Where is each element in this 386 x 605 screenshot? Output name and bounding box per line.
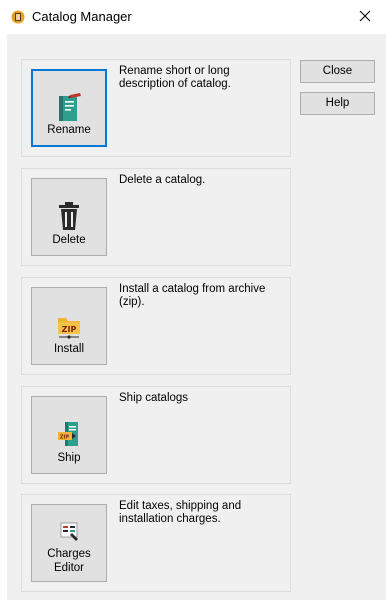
charges-editor-icon: [60, 522, 78, 541]
catalog-manager-window: Catalog Manager Rename Rename short or l…: [0, 0, 386, 605]
zip-folder-icon: ZIP: [58, 318, 80, 339]
rename-description: Rename short or long description of cata…: [119, 65, 231, 90]
zip-label: ZIP: [62, 325, 77, 334]
delete-button[interactable]: Delete: [31, 178, 107, 256]
charges-editor-button-label: Charges Editor: [32, 547, 106, 575]
rename-book-icon: [59, 93, 81, 121]
rename-button-label: Rename: [47, 124, 91, 136]
install-button-label: Install: [53, 343, 85, 355]
delete-description: Delete a catalog.: [119, 174, 206, 186]
window-title: Catalog Manager: [32, 9, 132, 24]
charges-editor-label-line2: Editor: [53, 562, 85, 574]
ship-card: ZIP Ship Ship catalogs: [21, 386, 291, 484]
charges-editor-button[interactable]: Charges Editor: [31, 504, 107, 582]
close-icon[interactable]: [356, 7, 374, 25]
title-bar: Catalog Manager: [0, 0, 386, 34]
dialog-client-area: Rename Rename short or long description …: [7, 34, 386, 600]
ship-description: Ship catalogs: [119, 392, 189, 404]
charges-editor-description: Edit taxes, shipping and installation ch…: [119, 500, 242, 525]
ship-zip-label: ZIP: [60, 435, 69, 441]
ship-button[interactable]: ZIP Ship: [31, 396, 107, 474]
delete-button-label: Delete: [52, 234, 86, 246]
install-description: Install a catalog from archive (zip).: [119, 283, 266, 308]
ship-button-label: Ship: [57, 452, 81, 464]
delete-card: Delete Delete a catalog.: [21, 168, 291, 266]
install-card: ZIP Install Install a catalog from archi…: [21, 277, 291, 375]
catalog-app-icon: [11, 10, 25, 24]
close-button[interactable]: Close: [300, 60, 375, 83]
rename-card: Rename Rename short or long description …: [21, 59, 291, 157]
install-button[interactable]: ZIP Install: [31, 287, 107, 365]
rename-button[interactable]: Rename: [31, 69, 107, 147]
trash-can-icon: [59, 202, 79, 230]
ship-zip-icon: ZIP: [58, 422, 78, 446]
charges-editor-label-line1: Charges: [47, 548, 91, 560]
charges-editor-card: Charges Editor Edit taxes, shipping and …: [21, 494, 291, 592]
help-button[interactable]: Help: [300, 92, 375, 115]
